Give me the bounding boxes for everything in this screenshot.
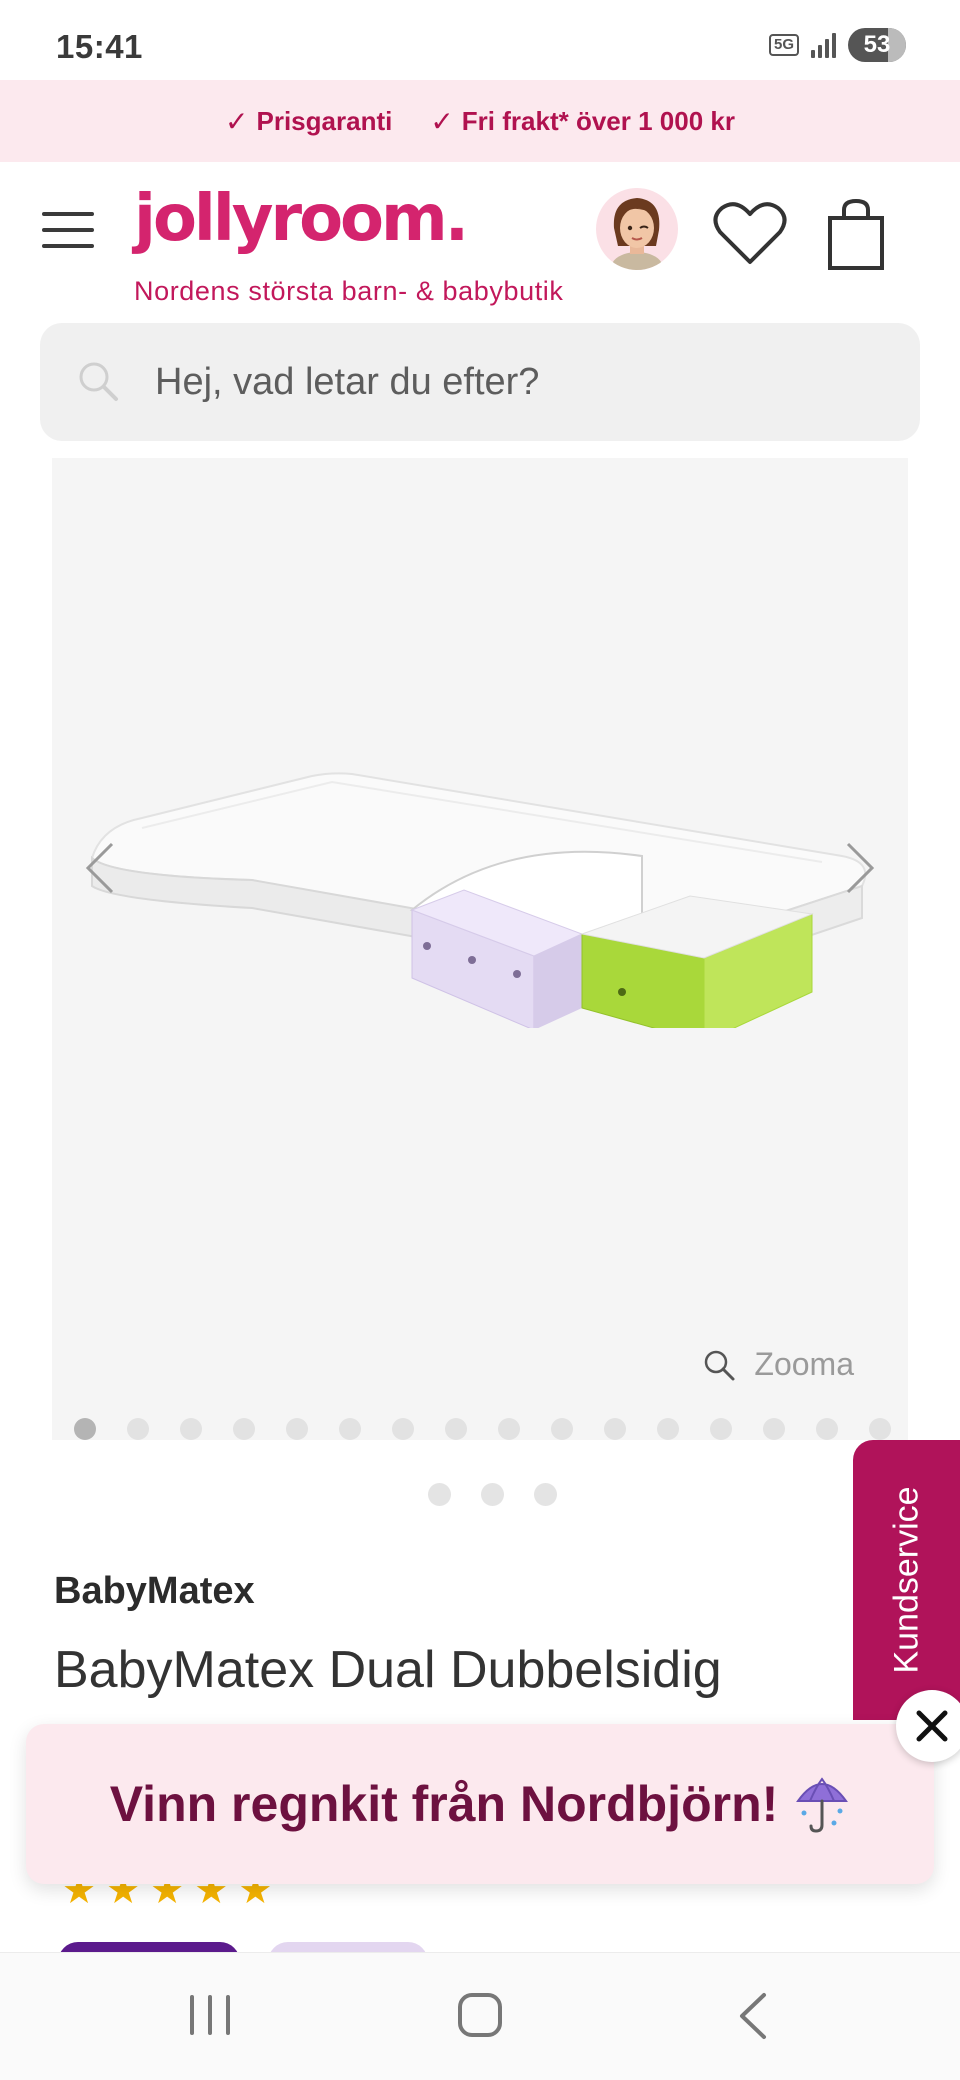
avatar[interactable] — [596, 188, 678, 270]
network-5g-icon: 5G — [768, 34, 799, 56]
back-icon[interactable] — [734, 1991, 770, 2041]
gallery-dot[interactable] — [74, 1418, 96, 1440]
promo-text: Vinn regnkit från Nordbjörn! — [109, 1776, 779, 1832]
gallery-dot[interactable] — [392, 1418, 414, 1440]
gallery-dot[interactable] — [233, 1418, 255, 1440]
gallery-dot[interactable] — [339, 1418, 361, 1440]
check-icon: ✓ — [225, 105, 249, 137]
search-input[interactable] — [155, 323, 895, 441]
gallery-dot[interactable] — [498, 1418, 520, 1440]
battery-level: 53 — [863, 31, 891, 58]
home-icon[interactable] — [458, 1993, 502, 2037]
gallery-dot[interactable] — [286, 1418, 308, 1440]
thumb-dot[interactable] — [428, 1483, 451, 1506]
kundservice-label: Kundservice — [887, 1486, 925, 1674]
product-image — [90, 772, 867, 1028]
kundservice-tab[interactable]: Kundservice — [853, 1440, 960, 1720]
close-promo-button[interactable] — [896, 1690, 960, 1762]
promo-banner[interactable]: Vinn regnkit från Nordbjörn! — [26, 1724, 934, 1884]
battery-icon: 53 — [848, 28, 906, 62]
gallery-dot[interactable] — [445, 1418, 467, 1440]
zoom-button[interactable]: Zooma — [702, 1346, 854, 1383]
android-nav-bar — [0, 1952, 960, 2080]
thumb-dot[interactable] — [481, 1483, 504, 1506]
next-image-arrow-icon[interactable] — [840, 838, 880, 898]
gallery-dot[interactable] — [551, 1418, 573, 1440]
status-icons: 5G 53 — [768, 28, 906, 62]
status-bar: 15:41 5G 53 — [0, 0, 960, 80]
close-icon — [916, 1710, 948, 1742]
tagline: Nordens största barn- & babybutik — [134, 276, 564, 306]
usp-bar: ✓ Prisgaranti ✓ Fri frakt* över 1 000 kr — [0, 80, 960, 162]
usp-label: Prisgaranti — [256, 105, 393, 136]
umbrella-icon — [796, 1777, 849, 1833]
gallery-pagination — [74, 1418, 891, 1440]
gallery-dot[interactable] — [816, 1418, 838, 1440]
site-header: jollyroom. Nordens största barn- & babyb… — [0, 162, 960, 312]
gallery-dot[interactable] — [763, 1418, 785, 1440]
status-time: 15:41 — [56, 28, 143, 65]
thumb-dot[interactable] — [534, 1483, 557, 1506]
zoom-icon — [705, 1350, 735, 1380]
product-image-gallery[interactable]: Zooma — [52, 458, 908, 1440]
usp-item-fri-frakt: ✓ Fri frakt* över 1 000 kr — [430, 105, 735, 138]
bag-icon[interactable] — [826, 198, 886, 272]
zoom-label: Zooma — [754, 1346, 854, 1382]
gallery-dot[interactable] — [710, 1418, 732, 1440]
signal-icon — [811, 32, 836, 58]
product-brand[interactable]: BabyMatex — [54, 1570, 255, 1613]
logo[interactable]: jollyroom. — [134, 182, 469, 256]
gallery-dot[interactable] — [604, 1418, 626, 1440]
usp-label: Fri frakt* över 1 000 kr — [461, 105, 735, 136]
search-bar[interactable] — [40, 323, 920, 441]
gallery-dot[interactable] — [869, 1418, 891, 1440]
heart-icon[interactable] — [712, 200, 788, 266]
previous-image-arrow-icon[interactable] — [80, 838, 120, 898]
check-icon: ✓ — [430, 105, 454, 137]
search-icon — [79, 362, 118, 401]
gallery-dot[interactable] — [657, 1418, 679, 1440]
gallery-dot[interactable] — [180, 1418, 202, 1440]
menu-icon[interactable] — [42, 212, 94, 248]
gallery-dot[interactable] — [127, 1418, 149, 1440]
recents-icon[interactable] — [190, 1995, 230, 2035]
thumbnail-pagination — [428, 1483, 557, 1506]
product-title: BabyMatex Dual Dubbelsidig Bäddmadrass 6… — [54, 1641, 722, 1738]
usp-item-prisgaranti: ✓ Prisgaranti — [225, 105, 392, 138]
